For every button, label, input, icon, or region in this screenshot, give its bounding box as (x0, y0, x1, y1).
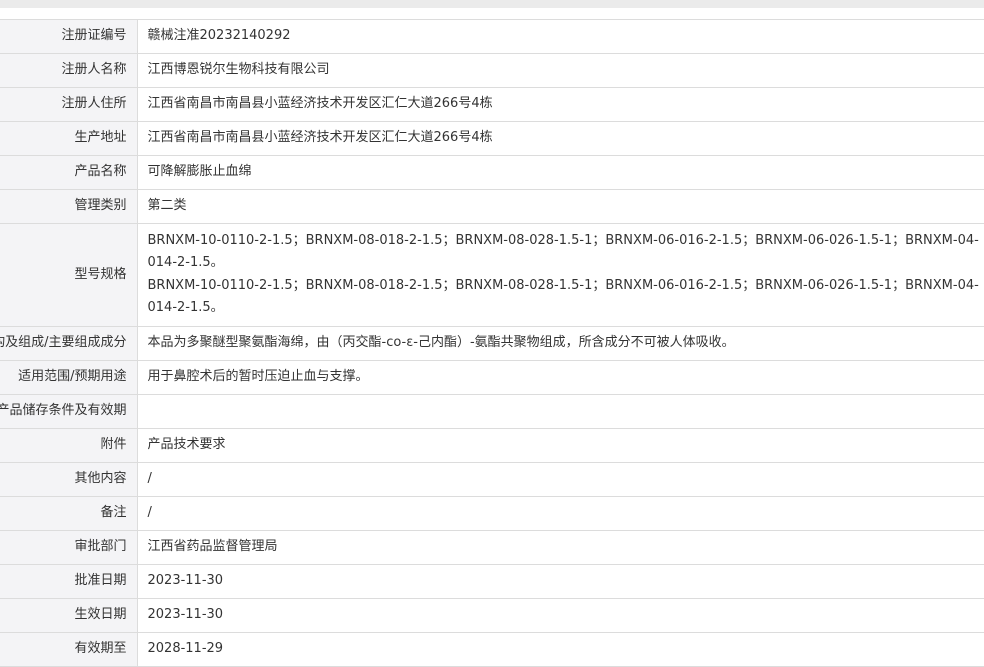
table-row: 审批部门 江西省药品监督管理局 (0, 530, 984, 565)
field-value-approval-date: 2023-11-30 (137, 564, 984, 599)
top-scroll-strip (0, 0, 984, 8)
field-label-remarks: 备注 (0, 496, 138, 531)
table-row: 其他内容 / (0, 462, 984, 497)
field-label-attachment: 附件 (0, 428, 138, 463)
field-value-storage (137, 394, 984, 429)
field-label-valid-until: 有效期至 (0, 632, 138, 667)
field-value-remarks: / (137, 496, 984, 531)
field-label-management-class: 管理类别 (0, 189, 138, 224)
field-label-registrant-address: 注册人住所 (0, 87, 138, 122)
field-label-other-content: 其他内容 (0, 462, 138, 497)
field-label-model-spec: 型号规格 (0, 223, 138, 327)
field-value-approval-department: 江西省药品监督管理局 (137, 530, 984, 565)
field-label-approval-date: 批准日期 (0, 564, 138, 599)
field-label-registration-number: 注册证编号 (0, 19, 138, 54)
field-label-approval-department: 审批部门 (0, 530, 138, 565)
model-spec-line-2: BRNXM-10-0110-2-1.5；BRNXM-08-018-2-1.5；B… (147, 277, 979, 316)
field-label-effective-date: 生效日期 (0, 598, 138, 633)
field-value-valid-until: 2028-11-29 (137, 632, 984, 667)
field-value-model-spec: BRNXM-10-0110-2-1.5；BRNXM-08-018-2-1.5；B… (137, 223, 984, 327)
table-row: 备注 / (0, 496, 984, 531)
field-label-registrant-name: 注册人名称 (0, 53, 138, 88)
field-label-composition: 结构及组成/主要组成成分 (0, 326, 138, 361)
table-row: 管理类别 第二类 (0, 189, 984, 224)
field-value-registrant-name: 江西博恩锐尔生物科技有限公司 (137, 53, 984, 88)
table-row: 注册人名称 江西博恩锐尔生物科技有限公司 (0, 53, 984, 88)
table-row: 产品名称 可降解膨胀止血绵 (0, 155, 984, 190)
table-row: 生效日期 2023-11-30 (0, 598, 984, 633)
field-value-registration-number: 赣械注准20232140292 (137, 19, 984, 54)
field-value-product-name: 可降解膨胀止血绵 (137, 155, 984, 190)
table-row: 附件 产品技术要求 (0, 428, 984, 463)
table-row: 型号规格 BRNXM-10-0110-2-1.5；BRNXM-08-018-2-… (0, 223, 984, 327)
storage-label-text: 产品储存条件及有效期 (0, 403, 127, 419)
field-label-intended-use: 适用范围/预期用途 (0, 360, 138, 395)
table-row: 有效期至 2028-11-29 (0, 632, 984, 667)
field-value-intended-use: 用于鼻腔术后的暂时压迫止血与支撑。 (137, 360, 984, 395)
field-value-production-address: 江西省南昌市南昌县小蓝经济技术开发区汇仁大道266号4栋 (137, 121, 984, 156)
composition-label-text: 结构及组成/主要组成成分 (0, 335, 127, 351)
intended-use-label-text: 适用范围/预期用途 (18, 369, 127, 385)
table-row: 适用范围/预期用途 用于鼻腔术后的暂时压迫止血与支撑。 (0, 360, 984, 395)
field-value-registrant-address: 江西省南昌市南昌县小蓝经济技术开发区汇仁大道266号4栋 (137, 87, 984, 122)
field-value-management-class: 第二类 (137, 189, 984, 224)
table-row: 注册证编号 赣械注准20232140292 (0, 19, 984, 54)
table-row: 批准日期 2023-11-30 (0, 564, 984, 599)
table-row: 结构及组成/主要组成成分 本品为多聚醚型聚氨酯海绵，由（丙交酯-co-ε-己内酯… (0, 326, 984, 361)
table-row: 注册人住所 江西省南昌市南昌县小蓝经济技术开发区汇仁大道266号4栋 (0, 87, 984, 122)
field-value-attachment: 产品技术要求 (137, 428, 984, 463)
field-value-composition: 本品为多聚醚型聚氨酯海绵，由（丙交酯-co-ε-己内酯）-氨酯共聚物组成，所含成… (137, 326, 984, 361)
field-label-production-address: 生产地址 (0, 121, 138, 156)
field-label-storage: 产品储存条件及有效期 (0, 394, 138, 429)
table-row: 生产地址 江西省南昌市南昌县小蓝经济技术开发区汇仁大道266号4栋 (0, 121, 984, 156)
top-gap (0, 8, 984, 19)
field-value-other-content: / (137, 462, 984, 497)
field-label-product-name: 产品名称 (0, 155, 138, 190)
table-row: 产品储存条件及有效期 (0, 394, 984, 429)
model-spec-line-1: BRNXM-10-0110-2-1.5；BRNXM-08-018-2-1.5；B… (147, 232, 979, 271)
field-value-effective-date: 2023-11-30 (137, 598, 984, 633)
registration-detail-table: 注册证编号 赣械注准20232140292 注册人名称 江西博恩锐尔生物科技有限… (0, 19, 984, 667)
